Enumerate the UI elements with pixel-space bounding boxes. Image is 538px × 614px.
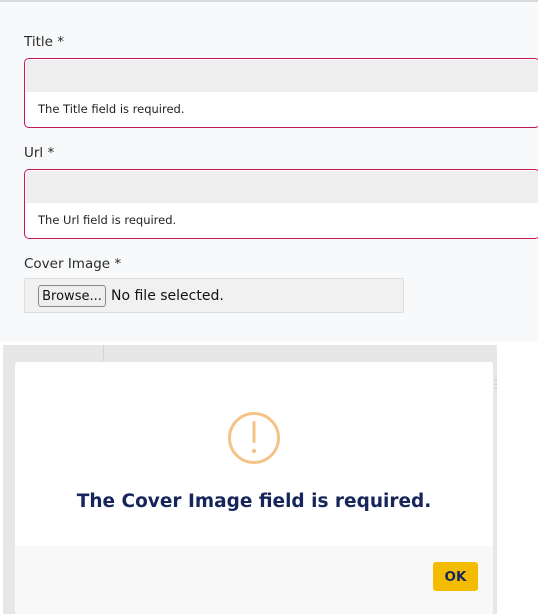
ok-button[interactable]: OK [433,562,478,591]
title-error-message: The Title field is required. [38,102,185,116]
title-input[interactable] [26,60,538,92]
url-error-message: The Url field is required. [38,213,177,227]
dialog-message: The Cover Image field is required. [76,491,432,512]
title-label: Title * [24,34,64,50]
file-status-text: No file selected. [111,288,224,304]
backdrop-divider [103,345,128,361]
page: Title * The Title field is required. Url… [0,0,538,614]
url-input[interactable] [26,171,538,203]
cover-image-label: Cover Image * [24,256,122,272]
browse-button[interactable]: Browse... [38,285,106,307]
url-label: Url * [24,145,55,161]
title-field[interactable]: The Title field is required. [24,58,538,128]
cover-image-file-input[interactable]: Browse... No file selected. [24,278,404,313]
url-field[interactable]: The Url field is required. [24,169,538,239]
dialog-footer: OK [15,546,493,614]
alert-dialog: The Cover Image field is required. OK [15,362,493,614]
warning-icon [228,412,280,464]
